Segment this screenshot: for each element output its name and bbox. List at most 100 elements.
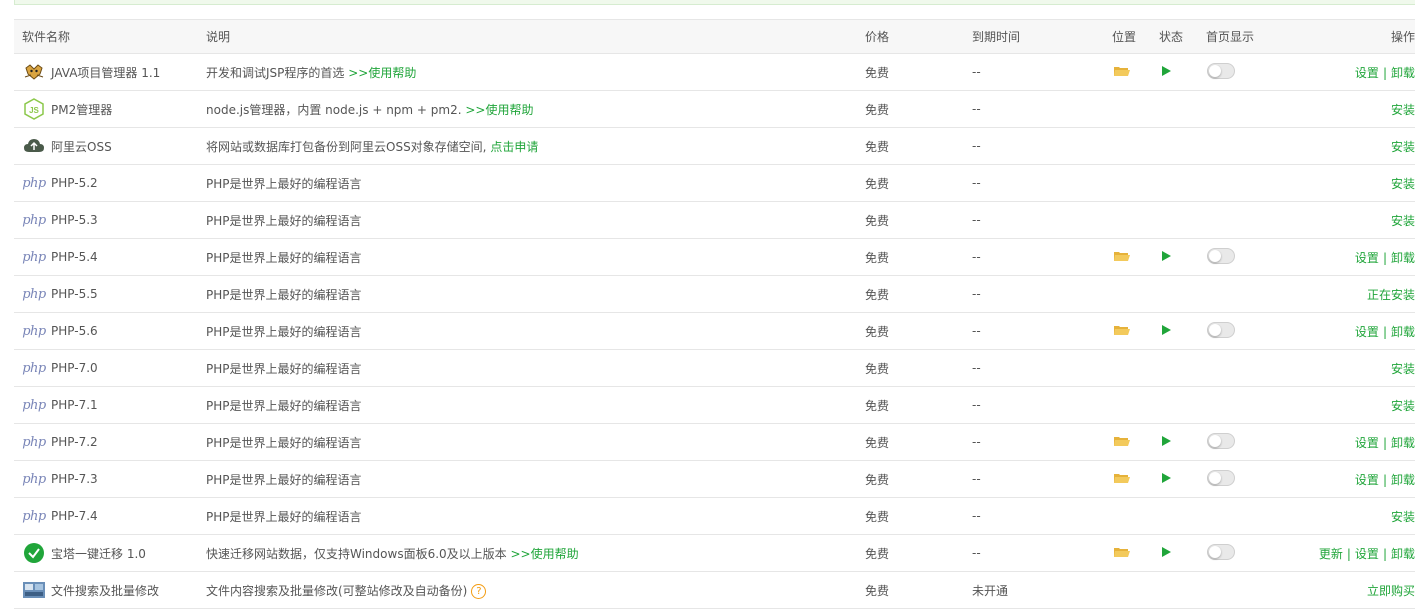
play-icon[interactable] (1162, 325, 1171, 335)
header-expire[interactable]: 到期时间 (972, 20, 1112, 54)
cell-status (1159, 534, 1206, 572)
folder-icon[interactable] (1112, 250, 1130, 265)
header-home: 首页显示 (1206, 20, 1296, 54)
home-display-toggle[interactable] (1207, 247, 1235, 264)
cell-name: JS PM2管理器 (14, 90, 206, 128)
op-button[interactable]: 安装 (1391, 399, 1415, 413)
cell-name: php PHP-5.6 (14, 312, 206, 350)
table-row: JAVA项目管理器 1.1 开发和调试JSP程序的首选 >>使用帮助 免费 -- 设置… (14, 53, 1415, 91)
table-row: php PHP-5.3 PHP是世界上最好的编程语言 免费 -- 安装 (14, 201, 1415, 239)
play-icon[interactable] (1162, 66, 1171, 76)
play-icon[interactable] (1162, 547, 1171, 557)
question-icon[interactable]: ? (471, 583, 487, 599)
play-icon[interactable] (1162, 436, 1171, 446)
folder-icon[interactable] (1112, 546, 1130, 561)
cell-location (1112, 571, 1159, 609)
home-display-toggle[interactable] (1207, 321, 1235, 338)
nodejs-icon: JS (22, 98, 46, 120)
home-display-toggle[interactable] (1207, 432, 1235, 449)
op-button[interactable]: 设置 (1355, 473, 1379, 487)
desc-help-link[interactable]: >>使用帮助 (510, 547, 578, 561)
op-button[interactable]: 卸载 (1391, 547, 1415, 561)
home-display-toggle[interactable] (1207, 543, 1235, 560)
op-button[interactable]: 更新 (1319, 547, 1343, 561)
cell-ops: 安装 (1296, 497, 1415, 535)
op-button[interactable]: 设置 (1355, 436, 1379, 450)
cell-name: 阿里云OSS (14, 127, 206, 165)
op-button[interactable]: 卸载 (1391, 325, 1415, 339)
op-button[interactable]: 设置 (1355, 251, 1379, 265)
home-display-toggle[interactable] (1207, 469, 1235, 486)
cell-price: 免费 (865, 423, 972, 461)
desc-help-link[interactable]: 点击申请 (490, 140, 538, 154)
desc-help-link[interactable]: >>使用帮助 (348, 66, 416, 80)
op-button[interactable]: 卸载 (1391, 436, 1415, 450)
cell-home (1206, 127, 1296, 165)
desc-help-link[interactable]: >>使用帮助 (465, 103, 533, 117)
folder-icon[interactable] (1112, 472, 1130, 487)
op-button[interactable]: 设置 (1355, 547, 1379, 561)
cell-name: php PHP-5.4 (14, 238, 206, 276)
software-name: PHP-5.4 (51, 250, 98, 264)
cell-home (1206, 386, 1296, 424)
play-icon[interactable] (1162, 473, 1171, 483)
software-name: PHP-5.5 (51, 287, 98, 301)
op-button[interactable]: 安装 (1391, 362, 1415, 376)
php-icon: php (22, 212, 46, 228)
php-icon: php (22, 175, 46, 191)
software-name: PM2管理器 (51, 102, 113, 117)
cell-status (1159, 571, 1206, 609)
play-icon[interactable] (1162, 251, 1171, 261)
cell-ops: 安装 (1296, 127, 1415, 165)
cell-location (1112, 534, 1159, 572)
software-desc: PHP是世界上最好的编程语言 (206, 509, 362, 524)
php-icon: php (22, 249, 46, 265)
software-name: 阿里云OSS (51, 139, 112, 154)
cell-ops: 安装 (1296, 349, 1415, 387)
op-button[interactable]: 设置 (1355, 66, 1379, 80)
software-desc: PHP是世界上最好的编程语言 (206, 398, 362, 413)
header-price[interactable]: 价格 (865, 20, 972, 54)
op-button[interactable]: 安装 (1391, 177, 1415, 191)
cell-home (1206, 423, 1296, 461)
op-button[interactable]: 安装 (1391, 510, 1415, 524)
folder-icon[interactable] (1112, 324, 1130, 339)
software-desc: PHP是世界上最好的编程语言 (206, 176, 362, 191)
cell-name: JAVA项目管理器 1.1 (14, 53, 206, 91)
software-name: PHP-5.2 (51, 176, 98, 190)
op-button[interactable]: 设置 (1355, 325, 1379, 339)
op-button[interactable]: 卸载 (1391, 473, 1415, 487)
software-desc: node.js管理器，内置 node.js + npm + pm2. (206, 102, 462, 117)
header-name[interactable]: 软件名称 (14, 20, 206, 54)
cell-price: 免费 (865, 238, 972, 276)
cell-price: 免费 (865, 497, 972, 535)
op-button[interactable]: 安装 (1391, 140, 1415, 154)
software-desc: PHP是世界上最好的编程语言 (206, 250, 362, 265)
cell-name: php PHP-7.2 (14, 423, 206, 461)
cell-ops: 更新 | 设置 | 卸载 (1296, 534, 1415, 572)
op-button[interactable]: 卸载 (1391, 251, 1415, 265)
table-row: 阿里云OSS 将网站或数据库打包备份到阿里云OSS对象存储空间, 点击申请 免费 -… (14, 127, 1415, 165)
cell-location (1112, 164, 1159, 202)
folder-icon[interactable] (1112, 65, 1130, 80)
software-desc: 文件内容搜索及批量修改(可整站修改及自动备份) (206, 583, 468, 598)
cell-name: php PHP-7.0 (14, 349, 206, 387)
cell-home (1206, 460, 1296, 498)
op-button[interactable]: 安装 (1391, 214, 1415, 228)
folder-icon[interactable] (1112, 435, 1130, 450)
software-name: JAVA项目管理器 1.1 (51, 65, 161, 80)
op-button[interactable]: 安装 (1391, 103, 1415, 117)
software-name: PHP-7.3 (51, 472, 98, 486)
cell-desc: node.js管理器，内置 node.js + npm + pm2. >>使用帮… (206, 90, 865, 128)
home-display-toggle[interactable] (1207, 62, 1235, 79)
cell-ops: 安装 (1296, 164, 1415, 202)
table-row: php PHP-7.1 PHP是世界上最好的编程语言 免费 -- 安装 (14, 386, 1415, 424)
op-button[interactable]: 立即购买 (1367, 584, 1415, 598)
op-button[interactable]: 正在安装 (1367, 288, 1415, 302)
php-icon: php (22, 323, 46, 339)
op-button[interactable]: 卸载 (1391, 66, 1415, 80)
table-row: JS PM2管理器 node.js管理器，内置 node.js + npm + … (14, 90, 1415, 128)
software-desc: PHP是世界上最好的编程语言 (206, 472, 362, 487)
cell-name: php PHP-7.4 (14, 497, 206, 535)
software-name: PHP-7.2 (51, 435, 98, 449)
